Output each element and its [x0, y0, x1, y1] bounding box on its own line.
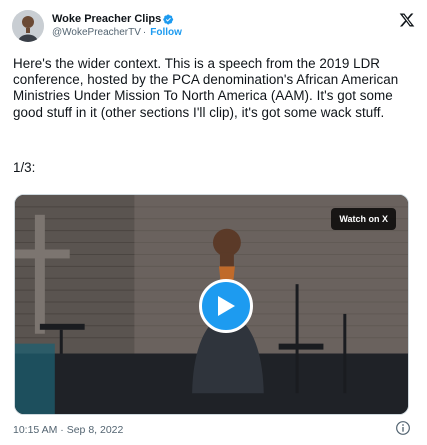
video-player[interactable]: Watch on X — [14, 194, 409, 415]
tweet-text: Here's the wider context. This is a spee… — [13, 56, 399, 120]
tweet-header: Woke Preacher Clips @WokePreacherTV · Fo… — [12, 8, 182, 44]
author-handle[interactable]: @WokePreacherTV — [52, 26, 141, 39]
play-button[interactable] — [199, 279, 253, 333]
play-icon — [218, 296, 235, 316]
watch-on-x-button[interactable]: Watch on X — [331, 208, 396, 230]
info-icon[interactable] — [395, 420, 411, 436]
author-display-name[interactable]: Woke Preacher Clips — [52, 13, 161, 26]
tweet-date: Sep 8, 2022 — [66, 424, 124, 436]
verified-badge-icon — [163, 14, 174, 25]
thread-counter: 1/3: — [13, 160, 36, 175]
tweet-timestamp[interactable]: 10:15 AM · Sep 8, 2022 — [13, 424, 123, 436]
avatar-image — [12, 10, 44, 42]
handle-separator: · — [142, 27, 147, 38]
tweet-time: 10:15 AM — [13, 424, 58, 436]
x-logo-icon[interactable] — [399, 12, 415, 28]
avatar[interactable] — [12, 10, 44, 42]
timestamp-separator: · — [60, 424, 64, 436]
follow-button[interactable]: Follow — [150, 26, 182, 39]
